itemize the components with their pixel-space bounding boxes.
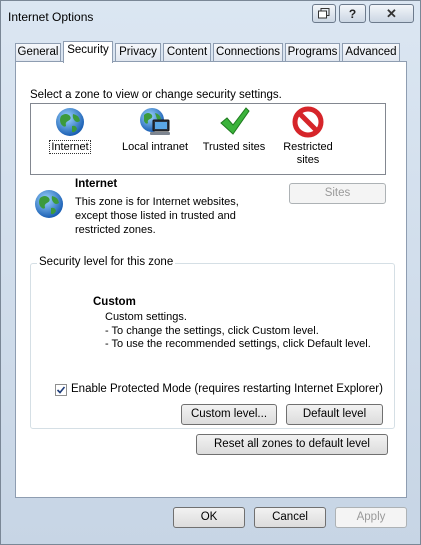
security-level-group-label: Security level for this zone xyxy=(37,256,176,268)
close-button[interactable]: ✕ xyxy=(369,4,414,23)
zone-restricted-sites[interactable]: Restricted sites xyxy=(279,106,337,167)
security-level-line: - To use the recommended settings, click… xyxy=(105,338,371,350)
tab-general[interactable]: General xyxy=(15,43,61,62)
security-level-line: - To change the settings, click Custom l… xyxy=(105,324,319,337)
window-title: Internet Options xyxy=(8,10,94,24)
zone-local-intranet[interactable]: Local intranet xyxy=(119,106,191,154)
zone-label: Internet xyxy=(49,140,91,154)
tab-programs[interactable]: Programs xyxy=(285,43,340,62)
title-bar[interactable]: Internet Options ? ✕ xyxy=(1,1,420,33)
restore-button[interactable] xyxy=(312,4,336,23)
security-level-line: Custom settings. xyxy=(105,311,187,323)
help-button[interactable]: ? xyxy=(339,4,366,23)
protected-mode-checkbox[interactable] xyxy=(55,384,67,396)
zone-info-title: Internet xyxy=(75,178,118,190)
restore-icon xyxy=(318,8,330,19)
tab-security[interactable]: Security xyxy=(63,41,113,63)
tab-advanced[interactable]: Advanced xyxy=(342,43,400,62)
checkbox-check-icon xyxy=(56,386,66,394)
security-level-description: Custom settings. - To change the setting… xyxy=(105,311,371,352)
zone-label: Restricted sites xyxy=(283,141,333,166)
reset-all-zones-button[interactable]: Reset all zones to default level xyxy=(196,434,388,455)
zone-instruction: Select a zone to view or change security… xyxy=(30,89,282,101)
apply-button[interactable]: Apply xyxy=(335,507,407,528)
security-level-name: Custom xyxy=(93,296,136,308)
no-entry-icon xyxy=(292,106,324,138)
globe-icon xyxy=(56,108,84,136)
local-intranet-icon xyxy=(140,108,170,135)
checkmark-icon xyxy=(220,107,250,135)
default-level-button[interactable]: Default level xyxy=(286,404,383,425)
custom-level-button[interactable]: Custom level... xyxy=(181,404,277,425)
zone-label: Trusted sites xyxy=(202,141,266,153)
zone-info-description: This zone is for Internet websites, exce… xyxy=(75,196,239,236)
cancel-button[interactable]: Cancel xyxy=(254,507,326,528)
zone-list: Internet Local intranet Trusted sites Re… xyxy=(30,103,386,175)
security-tab-panel: Select a zone to view or change security… xyxy=(15,61,407,498)
tab-content[interactable]: Content xyxy=(163,43,211,62)
sites-button[interactable]: Sites xyxy=(289,183,386,204)
tab-strip: General Security Privacy Content Connect… xyxy=(15,41,407,63)
tab-privacy[interactable]: Privacy xyxy=(115,43,161,62)
protected-mode-label[interactable]: Enable Protected Mode (requires restarti… xyxy=(71,383,383,395)
internet-options-dialog: Internet Options ? ✕ General Security Pr… xyxy=(0,0,421,545)
close-icon: ✕ xyxy=(386,5,397,21)
globe-icon xyxy=(35,190,63,218)
zone-trusted-sites[interactable]: Trusted sites xyxy=(201,106,267,154)
tab-connections[interactable]: Connections xyxy=(213,43,283,62)
security-level-group: Security level for this zone Custom Cust… xyxy=(30,256,395,429)
zone-label: Local intranet xyxy=(121,141,189,153)
zone-internet[interactable]: Internet xyxy=(45,106,95,154)
ok-button[interactable]: OK xyxy=(173,507,245,528)
